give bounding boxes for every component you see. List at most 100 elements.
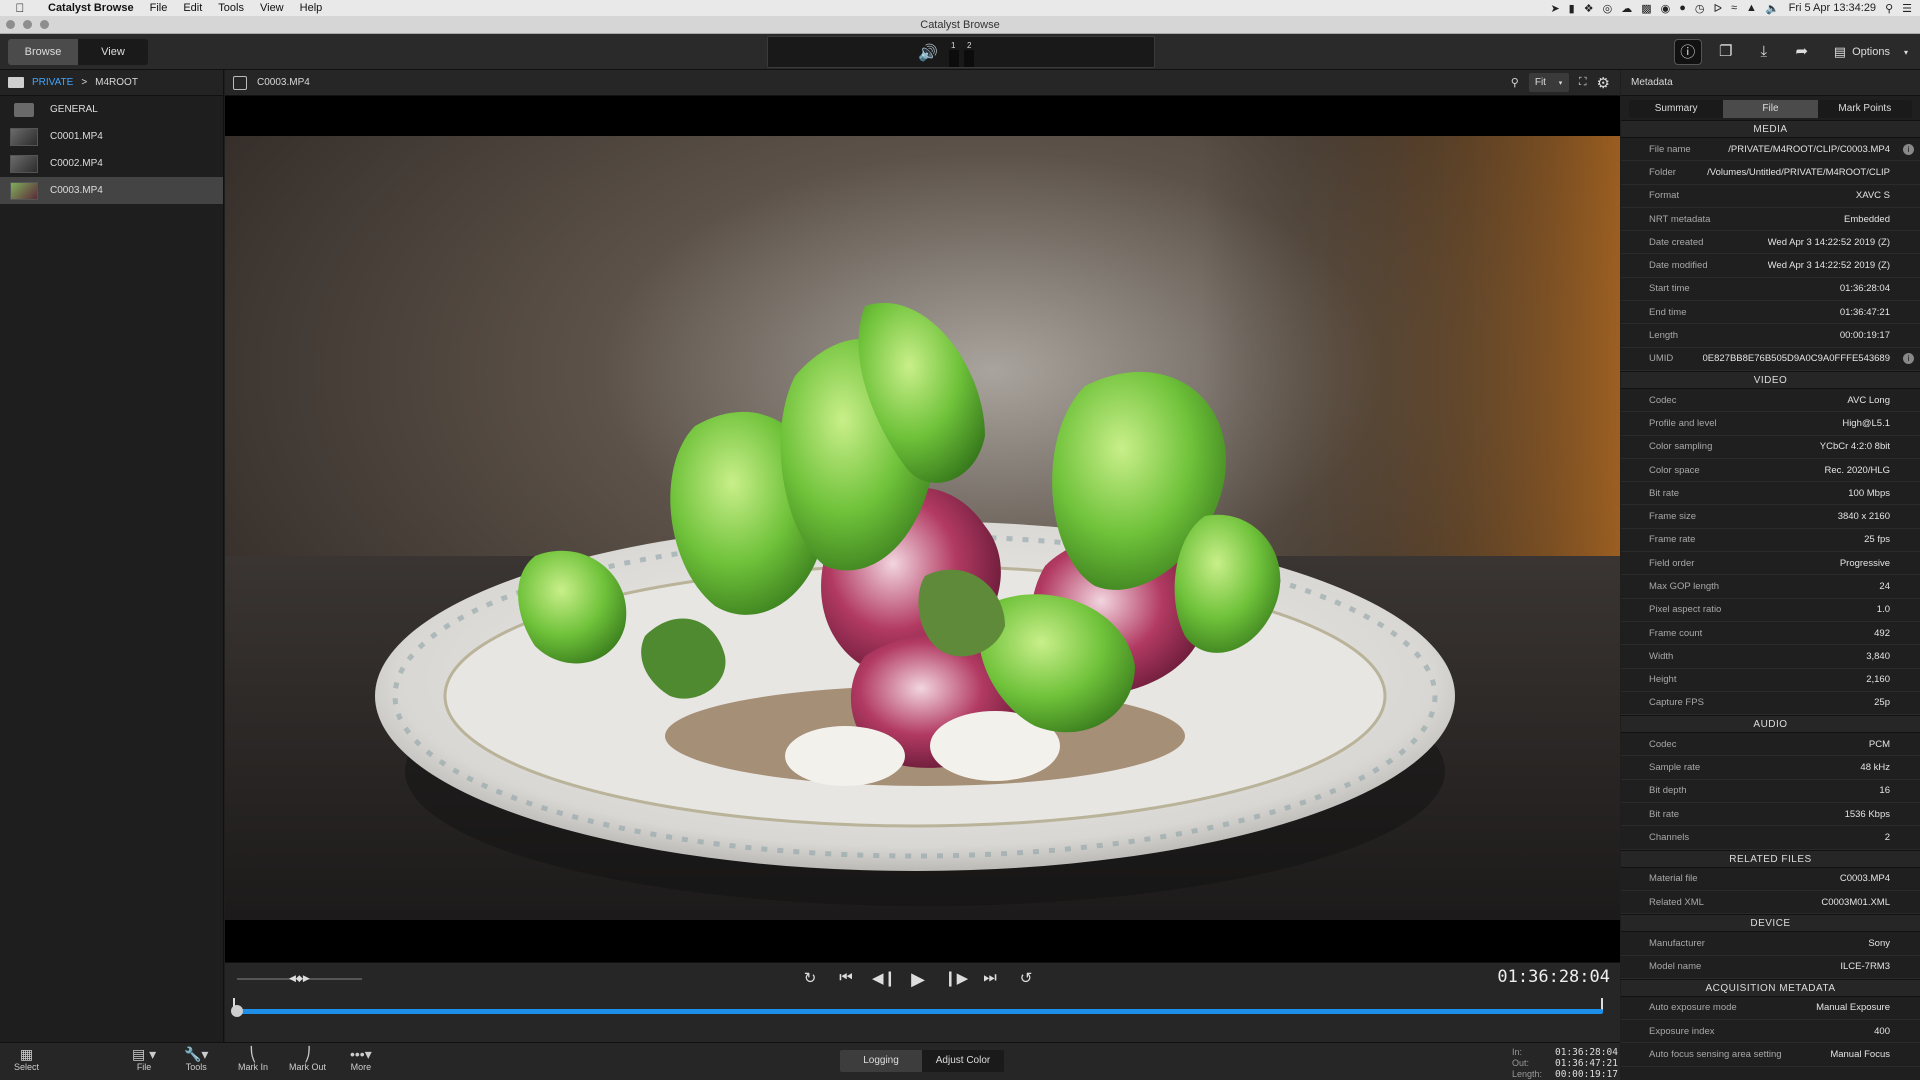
info-icon[interactable]: i xyxy=(1903,143,1914,155)
clock[interactable]: Fri 5 Apr 13:34:29 xyxy=(1789,2,1876,14)
metadata-key: Height xyxy=(1649,674,1677,686)
minimize-window-button[interactable] xyxy=(23,20,32,29)
wifi-icon[interactable]: ≈ xyxy=(1731,2,1737,14)
step-back-icon[interactable]: ◀❙ xyxy=(872,969,896,990)
play-icon[interactable]: ▶ xyxy=(908,969,928,990)
metadata-key: Capture FPS xyxy=(1649,697,1704,709)
tools-button[interactable]: 🔧▾ Tools xyxy=(184,1046,208,1072)
app-menu[interactable]: Catalyst Browse xyxy=(40,2,142,14)
current-timecode: 01:36:28:04 xyxy=(1497,967,1610,987)
list-item-c0002[interactable]: C0002.MP4 xyxy=(0,150,223,177)
info-icon[interactable]: i xyxy=(1903,353,1914,365)
zoom-search-icon[interactable]: ⚲ xyxy=(1511,76,1519,89)
more-button[interactable]: •••▾ More xyxy=(350,1046,372,1072)
close-window-button[interactable] xyxy=(6,20,15,29)
window-title-bar: Catalyst Browse xyxy=(0,16,1920,34)
tab-file[interactable]: File xyxy=(1723,100,1818,118)
metadata-value: C0003.MP4 xyxy=(1839,873,1890,885)
metadata-row: Auto focus sensing area setting Manual Fo… xyxy=(1621,1043,1920,1067)
metadata-key: Start time xyxy=(1649,283,1690,295)
copy-icon[interactable]: ❐ xyxy=(1712,39,1740,65)
list-item-c0001[interactable]: C0001.MP4 xyxy=(0,123,223,150)
tab-mark-points[interactable]: Mark Points xyxy=(1817,100,1912,118)
shuttle-slider[interactable]: ◀◆▶ xyxy=(237,973,362,983)
fit-select[interactable]: Fit ▾ xyxy=(1528,73,1569,92)
metadata-section-header: DEVICE xyxy=(1621,914,1920,933)
display-icon[interactable]: ▩ xyxy=(1641,2,1651,15)
breadcrumb-private[interactable]: PRIVATE xyxy=(32,77,73,88)
menu-bar:  Catalyst Browse File Edit Tools View H… xyxy=(0,0,1920,16)
list-item-general[interactable]: GENERAL xyxy=(0,96,223,123)
export-icon[interactable]: ⤓ xyxy=(1750,39,1778,65)
go-to-end-icon[interactable]: ⏭ xyxy=(980,969,1000,990)
time-machine-icon[interactable]: ◷ xyxy=(1695,2,1705,15)
eye-icon[interactable]: ◉ xyxy=(1661,2,1671,15)
mode-switch: Browse View xyxy=(8,39,148,65)
menu-file[interactable]: File xyxy=(142,0,176,16)
audio-channel-1-label: 1 xyxy=(951,41,956,50)
metadata-value: 3840 x 2160 xyxy=(1837,511,1890,523)
metadata-value: 100 Mbps xyxy=(1848,487,1890,499)
viewer-clip-name: C0003.MP4 xyxy=(257,77,310,88)
metadata-key: Width xyxy=(1649,650,1674,662)
menu-view[interactable]: View xyxy=(252,0,292,16)
metadata-row: UMID 0E827BB8E76B505D9A0C9A0FFFE543689 i xyxy=(1621,348,1920,371)
clip-icon xyxy=(233,75,247,90)
mark-in-button[interactable]: ⎝ Mark In xyxy=(238,1046,268,1072)
breadcrumb: PRIVATE > M4ROOT xyxy=(0,70,223,96)
circle-status-icon[interactable]: ● xyxy=(1679,2,1686,14)
sync-icon[interactable]: ◎ xyxy=(1603,2,1613,15)
battery-status-icon[interactable]: ▮ xyxy=(1569,2,1575,15)
logging-tab[interactable]: Logging xyxy=(840,1050,922,1072)
airplay-icon[interactable]: ▲ xyxy=(1746,2,1757,14)
tab-summary[interactable]: Summary xyxy=(1629,100,1724,118)
options-button[interactable]: ▤ Options ▾ xyxy=(1826,44,1908,60)
metadata-row: Model name ILCE-7RM3 xyxy=(1621,956,1920,979)
list-item-c0003[interactable]: C0003.MP4 xyxy=(0,177,223,204)
menu-help[interactable]: Help xyxy=(292,0,331,16)
info-icon[interactable]: ⓘ xyxy=(1673,39,1702,65)
creative-cloud-icon[interactable]: ☁ xyxy=(1621,2,1632,15)
location-icon[interactable]: ➤ xyxy=(1550,2,1559,15)
playhead[interactable] xyxy=(231,1005,243,1017)
metadata-key: Exposure index xyxy=(1649,1025,1715,1037)
metadata-panel: Metadata Summary File Mark Points MEDIA F… xyxy=(1621,70,1920,1080)
menu-edit[interactable]: Edit xyxy=(175,0,210,16)
metadata-key: Date modified xyxy=(1649,260,1708,272)
metadata-key: Auto focus sensing area setting xyxy=(1649,1049,1782,1061)
browse-mode-button[interactable]: Browse xyxy=(8,39,78,65)
timeline-scrubber[interactable] xyxy=(231,998,1611,1028)
speaker-icon[interactable]: 🔊 xyxy=(918,43,938,63)
breadcrumb-m4root[interactable]: M4ROOT xyxy=(95,77,138,88)
bluetooth-icon[interactable]: ᐅ xyxy=(1714,2,1722,15)
apple-icon[interactable]:  xyxy=(0,1,40,15)
metadata-row: Manufacturer Sony xyxy=(1621,932,1920,956)
settings-gear-icon[interactable]: ⚙ xyxy=(1597,74,1610,92)
go-to-start-icon[interactable]: ⏮ xyxy=(836,969,856,990)
metadata-value: 16 xyxy=(1879,785,1890,797)
file-button[interactable]: ▤ ▾ File xyxy=(132,1046,156,1072)
metadata-row: Start time 01:36:28:04 xyxy=(1621,278,1920,302)
mark-out-button[interactable]: ⎠ Mark Out xyxy=(289,1046,326,1072)
select-button[interactable]: ▦ Select xyxy=(14,1046,39,1072)
zoom-window-button[interactable] xyxy=(40,20,49,29)
share-icon[interactable]: ➦ xyxy=(1788,39,1816,65)
volume-icon[interactable]: 🔈 xyxy=(1766,2,1780,15)
audio-meter-panel: 🔊 1 2 xyxy=(767,36,1155,68)
fullscreen-icon[interactable]: ⛶ xyxy=(1579,76,1587,89)
shuttle-handle-icon[interactable]: ◀◆▶ xyxy=(289,973,310,984)
step-forward-icon[interactable]: ❙▶ xyxy=(944,969,968,990)
notification-center-icon[interactable]: ☰ xyxy=(1902,2,1912,15)
loop-icon[interactable]: ↺ xyxy=(1016,969,1036,990)
metadata-value: PCM xyxy=(1868,738,1890,750)
menu-tools[interactable]: Tools xyxy=(210,0,252,16)
reset-speed-icon[interactable]: ↻ xyxy=(800,969,820,990)
adjust-color-tab[interactable]: Adjust Color xyxy=(922,1050,1004,1072)
spotlight-icon[interactable]: ⚲ xyxy=(1885,2,1893,15)
folder-icon xyxy=(8,77,24,88)
timeline-track[interactable] xyxy=(235,1009,1603,1014)
video-frame[interactable] xyxy=(225,136,1620,920)
audio-meter-channel-1 xyxy=(949,50,959,67)
dropbox-icon[interactable]: ❖ xyxy=(1584,2,1594,15)
view-mode-button[interactable]: View xyxy=(78,39,148,65)
